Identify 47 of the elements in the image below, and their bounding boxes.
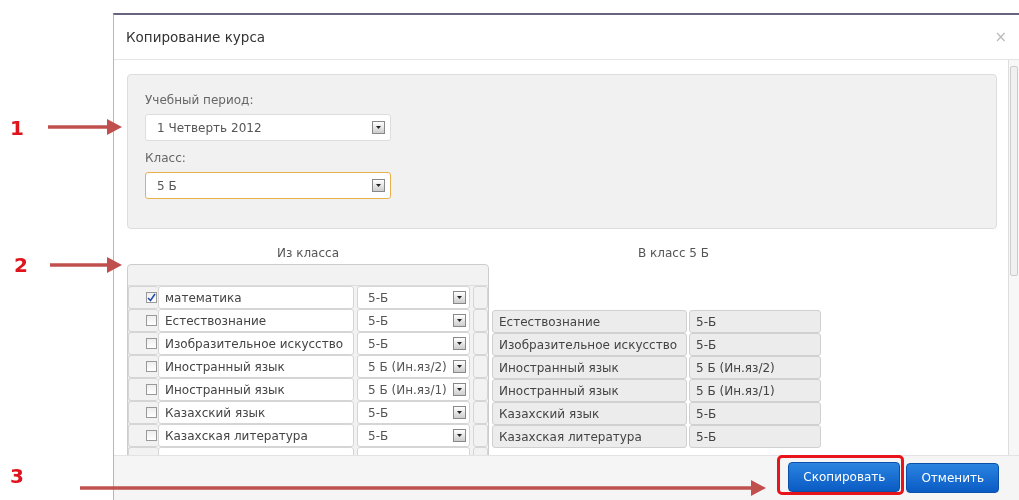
table-cell: 5-Б bbox=[689, 310, 821, 333]
table-cell: Иностранный язык bbox=[492, 356, 687, 379]
table-cell: Казахская литература bbox=[492, 425, 687, 448]
checkbox[interactable] bbox=[146, 292, 157, 303]
dropdown-field[interactable]: 1 Четверть 2012 bbox=[145, 114, 391, 141]
table-cell: 5-Б bbox=[689, 425, 821, 448]
subject-field[interactable]: Казахская литература bbox=[158, 424, 354, 447]
subject-field[interactable]: Казахский язык bbox=[158, 401, 354, 424]
annotation-arrow bbox=[50, 257, 122, 273]
scrollbar[interactable] bbox=[1008, 60, 1019, 455]
checkbox[interactable] bbox=[146, 430, 157, 441]
step-number: 2 bbox=[14, 253, 28, 277]
checkbox[interactable] bbox=[146, 384, 157, 395]
table-cell: 5-Б bbox=[689, 402, 821, 425]
checkbox[interactable] bbox=[146, 315, 157, 326]
step-number: 3 bbox=[10, 464, 24, 488]
table-cell: Иностранный язык bbox=[492, 379, 687, 402]
table-cell: Изобразительное искусство bbox=[492, 333, 687, 356]
subject-field[interactable]: Иностранный язык bbox=[158, 378, 354, 401]
step-number: 1 bbox=[10, 116, 24, 140]
class-dropdown[interactable]: 5 Б (Ин.яз/2) bbox=[357, 355, 470, 378]
subject-field[interactable]: Изобразительное искусство bbox=[158, 332, 354, 355]
checkbox[interactable] bbox=[146, 338, 157, 349]
column-heading: Из класса bbox=[276, 246, 340, 262]
dialog-title: Копирование курса bbox=[126, 29, 266, 45]
class-dropdown[interactable]: 5 Б (Ин.яз/1) bbox=[357, 378, 470, 401]
checkbox[interactable] bbox=[146, 361, 157, 372]
field-label: Класс: bbox=[145, 151, 187, 165]
subject-field[interactable]: Естествознание bbox=[158, 309, 354, 332]
class-dropdown[interactable]: 5-Б bbox=[357, 332, 470, 355]
class-dropdown[interactable]: 5-Б bbox=[357, 286, 470, 309]
checkbox[interactable] bbox=[146, 407, 157, 418]
column-heading: В класс 5 Б bbox=[637, 246, 710, 262]
dialog-button[interactable]: Отменить bbox=[906, 463, 999, 493]
subject-field[interactable]: Иностранный язык bbox=[158, 355, 354, 378]
dropdown-field[interactable]: 5 Б bbox=[145, 172, 391, 199]
table-cell: 5 Б (Ин.яз/2) bbox=[689, 356, 821, 379]
class-dropdown[interactable]: 5-Б bbox=[357, 424, 470, 447]
dialog-button[interactable]: Скопировать bbox=[788, 462, 901, 492]
table-cell: Естествознание bbox=[492, 310, 687, 333]
class-dropdown[interactable]: 5-Б bbox=[357, 309, 470, 332]
subject-field[interactable]: математика bbox=[158, 286, 354, 309]
table-cell: Казахский язык bbox=[492, 402, 687, 425]
table-cell: 5-Б bbox=[689, 333, 821, 356]
class-dropdown[interactable]: 5-Б bbox=[357, 401, 470, 424]
field-label: Учебный период: bbox=[145, 93, 255, 107]
table-cell: 5 Б (Ин.яз/1) bbox=[689, 379, 821, 402]
